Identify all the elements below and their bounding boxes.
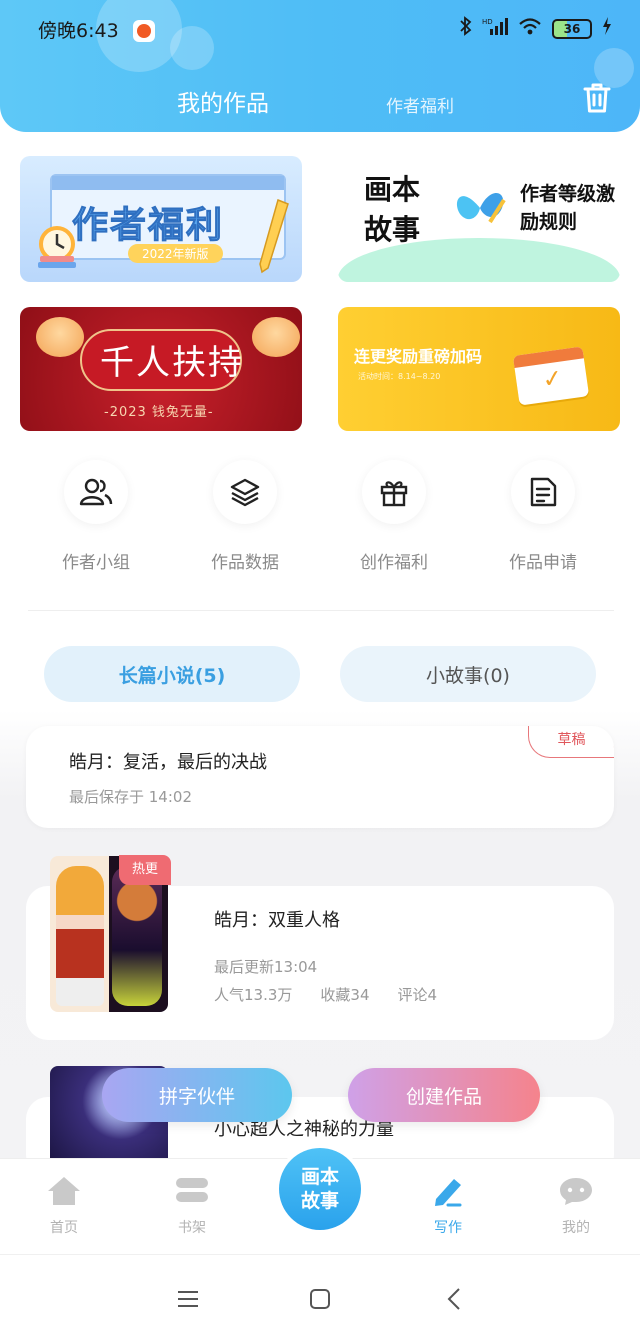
notification-app-icon xyxy=(133,20,155,42)
users-icon xyxy=(64,460,128,524)
bluetooth-icon xyxy=(460,16,472,41)
document-icon xyxy=(511,460,575,524)
banner-subtitle: -2023 钱兔无量- xyxy=(104,405,214,420)
tab-long-novels[interactable]: 长篇小说(5) xyxy=(44,646,300,702)
quick-work-data[interactable]: 作品数据 xyxy=(175,460,315,573)
status-time: 傍晚6:43 xyxy=(38,20,119,42)
nav-label: 我的 xyxy=(562,1220,590,1236)
chat-bubble-icon xyxy=(560,1178,592,1205)
quick-label: 创作福利 xyxy=(360,553,428,573)
tab-short-stories[interactable]: 小故事(0) xyxy=(340,646,596,702)
header: 傍晚6:43 HD 36 我的作品 作者福利 xyxy=(0,0,640,132)
tab-my-works[interactable]: 我的作品 xyxy=(177,84,269,118)
bookshelf-icon xyxy=(176,1178,208,1202)
home-square-icon[interactable] xyxy=(302,1281,338,1317)
pencil-icon xyxy=(259,198,289,274)
lantern-icon xyxy=(252,317,300,357)
banner-title: 千人扶持 xyxy=(100,343,244,383)
banner-author-benefits[interactable]: 作者福利 2022年新版 xyxy=(20,156,302,282)
word-partner-button[interactable]: 拼字伙伴 xyxy=(102,1068,292,1122)
signal-icon: HD xyxy=(482,16,508,41)
quick-author-group[interactable]: 作者小组 xyxy=(26,460,166,573)
work-title: 皓月：复活，最后的决战 xyxy=(69,752,267,773)
divider xyxy=(28,610,614,611)
banner-title: 连更奖励重磅加码 xyxy=(354,347,483,366)
work-card-draft[interactable]: 皓月：复活，最后的决战 最后保存于 14:02 草稿 xyxy=(26,726,614,828)
tab-author-benefits[interactable]: 作者福利 xyxy=(386,92,454,117)
banner-title: 作者福利 xyxy=(71,205,225,247)
nav-label: 首页 xyxy=(50,1220,78,1236)
create-work-button[interactable]: 创建作品 xyxy=(348,1068,540,1122)
nav-center-story-button[interactable]: 画本故事 xyxy=(276,1144,364,1242)
work-saved-time: 最后保存于 14:02 xyxy=(69,788,192,806)
center-label: 画本故事 xyxy=(279,1148,361,1230)
hot-update-badge: 热更 xyxy=(119,855,171,885)
calendar-icon xyxy=(512,346,590,406)
nav-bookshelf[interactable]: 书架 xyxy=(152,1175,232,1237)
lantern-icon xyxy=(36,317,84,357)
cover-character xyxy=(56,866,104,1006)
quick-creation-benefits[interactable]: 创作福利 xyxy=(324,460,464,573)
home-icon xyxy=(48,1177,80,1205)
svg-text:HD: HD xyxy=(482,18,493,26)
work-popularity: 人气13.3万 xyxy=(214,986,293,1004)
nav-write[interactable]: 写作 xyxy=(408,1175,488,1237)
work-updated-time: 最后更新13:04 xyxy=(214,958,318,976)
menu-icon[interactable] xyxy=(170,1281,206,1317)
work-title: 皓月：双重人格 xyxy=(214,910,340,931)
banner-rules-text: 作者等级激励规则 xyxy=(520,183,616,233)
quick-label: 作者小组 xyxy=(62,553,130,573)
nav-label: 书架 xyxy=(178,1220,206,1236)
draft-badge: 草稿 xyxy=(528,726,614,758)
alarm-clock-icon xyxy=(38,226,76,268)
banner-brand: 画本故事 xyxy=(364,173,421,246)
layers-icon xyxy=(213,460,277,524)
quick-work-application[interactable]: 作品申请 xyxy=(473,460,613,573)
wifi-icon xyxy=(518,16,542,41)
quick-label: 作品数据 xyxy=(211,553,279,573)
trash-icon[interactable] xyxy=(582,82,612,114)
banner-date: 活动时间：8.14~8.20 xyxy=(358,372,441,381)
gift-icon xyxy=(362,460,426,524)
quick-label: 作品申请 xyxy=(509,553,577,573)
battery-indicator: 36 xyxy=(552,18,592,39)
nav-label: 写作 xyxy=(434,1220,462,1236)
back-icon[interactable] xyxy=(436,1281,472,1317)
decor-bubble xyxy=(170,26,214,70)
banner-author-level-rules[interactable]: 画本故事 作者等级激励规则 xyxy=(338,156,620,282)
status-icons: HD 36 xyxy=(460,16,612,41)
system-nav-bar xyxy=(0,1254,640,1339)
banner-update-reward[interactable]: 连更奖励重磅加码 活动时间：8.14~8.20 xyxy=(338,307,620,431)
work-stats: 人气13.3万 收藏34 评论4 xyxy=(214,984,437,1005)
butterfly-logo-icon xyxy=(456,192,506,224)
banner-thousand-support[interactable]: 千人扶持 -2023 钱兔无量- xyxy=(20,307,302,431)
work-comments: 评论4 xyxy=(397,986,438,1004)
work-favorites: 收藏34 xyxy=(320,986,370,1004)
nav-mine[interactable]: 我的 xyxy=(536,1175,616,1237)
nav-home[interactable]: 首页 xyxy=(24,1175,104,1237)
cover-character xyxy=(112,866,162,1006)
charging-icon xyxy=(602,16,612,41)
banner-year-badge: 2022年新版 xyxy=(128,244,223,263)
pen-icon xyxy=(435,1179,462,1207)
